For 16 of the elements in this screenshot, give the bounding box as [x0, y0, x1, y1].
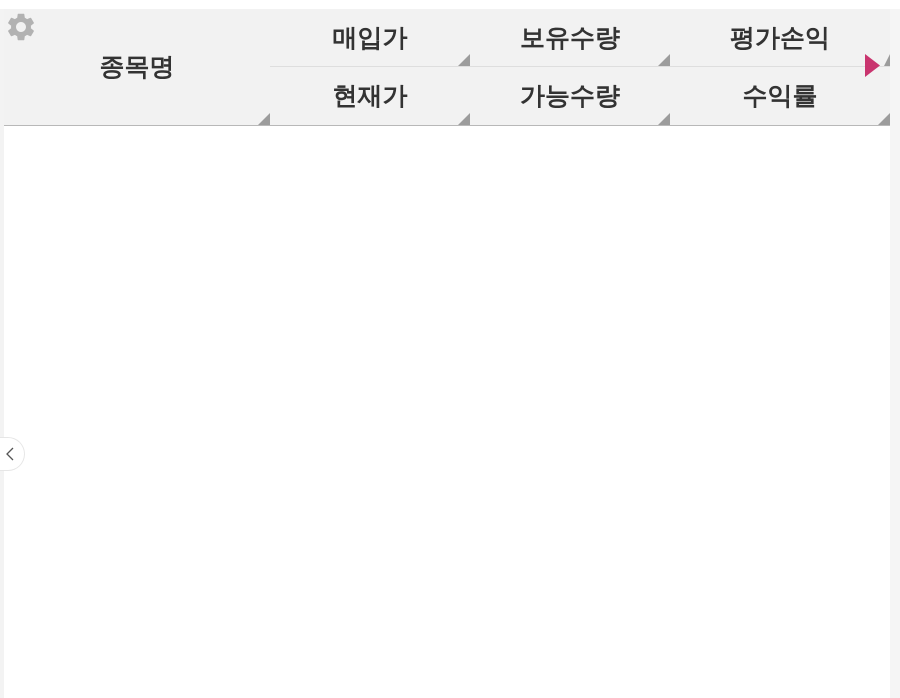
sort-corner-icon	[258, 113, 270, 125]
column-header[interactable]: 수익률	[742, 81, 818, 111]
right-triangle-icon[interactable]	[865, 54, 880, 77]
column-header[interactable]: 매입가	[332, 22, 408, 52]
column-header[interactable]: 가능수량	[520, 81, 620, 111]
sort-corner-icon	[884, 54, 890, 66]
column-header[interactable]: 종목명	[100, 52, 174, 82]
chevron-left-icon	[6, 447, 14, 461]
sort-corner-icon	[458, 54, 470, 66]
sort-corner-icon	[458, 113, 470, 125]
sort-corner-icon	[658, 54, 670, 66]
column-header[interactable]: 현재가	[332, 81, 408, 111]
column-header[interactable]: 평가손익	[730, 22, 830, 52]
sort-corner-icon	[658, 113, 670, 125]
sort-corner-icon	[878, 113, 890, 125]
column-header[interactable]: 보유수량	[520, 22, 620, 52]
